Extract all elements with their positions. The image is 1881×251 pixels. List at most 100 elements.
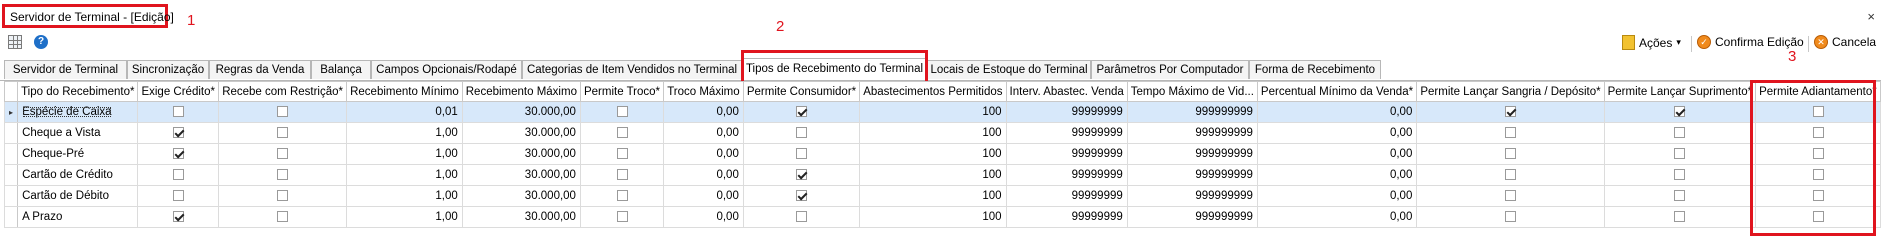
cell-minimo[interactable]: 1,00	[346, 122, 463, 144]
tab-servidor-terminal[interactable]: Servidor de Terminal	[4, 60, 127, 79]
cell-exige-credito[interactable]	[137, 185, 220, 207]
cell-permite-consumidor[interactable]	[742, 185, 861, 207]
checkbox[interactable]	[616, 190, 628, 202]
cell-troco-maximo[interactable]: 0,00	[663, 185, 744, 207]
cell-suprimento[interactable]	[1603, 206, 1757, 228]
cell-tipo[interactable]: Cheque a Vista	[17, 122, 139, 144]
cell-exige-credito[interactable]	[137, 206, 220, 228]
table-row[interactable]: Cartão de Crédito 1,00 30.000,00 0,00 100 999…	[3, 164, 1881, 186]
cell-interv[interactable]: 99999999	[1005, 122, 1128, 144]
table-row[interactable]: ▸ Espécie de Caixa 0,01 30.000,00 0,00 100 999…	[3, 101, 1881, 123]
cell-minimo[interactable]: 1,00	[346, 164, 463, 186]
checkbox[interactable]	[172, 106, 184, 118]
cell-recebe-restricao[interactable]	[218, 101, 348, 123]
cell-permite-consumidor[interactable]	[742, 206, 861, 228]
cell-percentual[interactable]: 0,00	[1256, 185, 1418, 207]
cell-troco-maximo[interactable]: 0,00	[663, 143, 744, 165]
cell-maximo[interactable]: 30.000,00	[461, 101, 581, 123]
checkbox[interactable]	[277, 106, 289, 118]
cell-recebe-restricao[interactable]	[218, 143, 348, 165]
confirm-edit-button[interactable]: ✓ Confirma Edição	[1697, 35, 1804, 49]
checkbox[interactable]	[277, 169, 289, 181]
cell-percentual[interactable]: 0,00	[1256, 122, 1418, 144]
checkbox[interactable]	[1674, 127, 1686, 139]
checkbox[interactable]	[1504, 169, 1516, 181]
cell-suprimento[interactable]	[1603, 143, 1757, 165]
cell-tipo[interactable]: A Prazo	[17, 206, 139, 228]
col-tempo-maximo[interactable]: Tempo Máximo de Vid...	[1126, 81, 1258, 102]
col-permite-sangria[interactable]: Permite Lançar Sangria / Depósito*	[1416, 81, 1605, 102]
checkbox[interactable]	[277, 190, 289, 202]
cell-tipo[interactable]: Cartão de Crédito	[17, 164, 139, 186]
cell-abastecimentos[interactable]: 100	[859, 206, 1007, 228]
cell-exige-credito[interactable]	[137, 122, 220, 144]
tab-categorias-item[interactable]: Categorias de Item Vendidos no Terminal	[522, 60, 742, 79]
cell-recebe-restricao[interactable]	[218, 122, 348, 144]
checkbox[interactable]	[796, 190, 808, 202]
table-row[interactable]: Cartão de Débito 1,00 30.000,00 0,00 100 9999…	[3, 185, 1881, 207]
cell-interv[interactable]: 99999999	[1005, 143, 1128, 165]
cell-tempo[interactable]: 999999999	[1126, 122, 1258, 144]
cell-recebe-restricao[interactable]	[218, 206, 348, 228]
checkbox[interactable]	[1674, 106, 1686, 118]
col-permite-suprimento[interactable]: Permite Lançar Suprimento*	[1603, 81, 1757, 102]
checkbox[interactable]	[796, 211, 808, 223]
cell-recebe-restricao[interactable]	[218, 185, 348, 207]
cell-abastecimentos[interactable]: 100	[859, 122, 1007, 144]
col-recebimento-minimo[interactable]: Recebimento Mínimo	[346, 81, 463, 102]
col-recebimento-maximo[interactable]: Recebimento Máximo	[461, 81, 581, 102]
col-abastecimentos-permitidos[interactable]: Abastecimentos Permitidos	[859, 81, 1007, 102]
cell-troco-maximo[interactable]: 0,00	[663, 164, 744, 186]
col-recebe-restricao[interactable]: Recebe com Restrição*	[218, 81, 348, 102]
cell-troco-maximo[interactable]: 0,00	[663, 122, 744, 144]
grid-layout-icon[interactable]	[8, 35, 22, 49]
cell-sangria[interactable]	[1416, 206, 1605, 228]
close-icon[interactable]: ×	[1867, 9, 1875, 24]
cell-suprimento[interactable]	[1603, 122, 1757, 144]
cell-sangria[interactable]	[1416, 185, 1605, 207]
checkbox[interactable]	[172, 169, 184, 181]
cell-minimo[interactable]: 1,00	[346, 185, 463, 207]
col-permite-consumidor[interactable]: Permite Consumidor*	[742, 81, 861, 102]
cell-abastecimentos[interactable]: 100	[859, 185, 1007, 207]
cell-percentual[interactable]: 0,00	[1256, 101, 1418, 123]
cell-minimo[interactable]: 1,00	[346, 143, 463, 165]
col-troco-maximo[interactable]: Troco Máximo	[663, 81, 744, 102]
checkbox[interactable]	[172, 211, 184, 223]
cell-sangria[interactable]	[1416, 164, 1605, 186]
checkbox[interactable]	[1674, 190, 1686, 202]
cell-suprimento[interactable]	[1603, 101, 1757, 123]
cell-abastecimentos[interactable]: 100	[859, 101, 1007, 123]
cell-sangria[interactable]	[1416, 143, 1605, 165]
cell-tempo[interactable]: 999999999	[1126, 185, 1258, 207]
checkbox[interactable]	[616, 148, 628, 160]
table-row[interactable]: A Prazo 1,00 30.000,00 0,00 100 99999999 99999…	[3, 206, 1881, 228]
cell-permite-consumidor[interactable]	[742, 122, 861, 144]
cell-sangria[interactable]	[1416, 101, 1605, 123]
cell-maximo[interactable]: 30.000,00	[461, 164, 581, 186]
cell-maximo[interactable]: 30.000,00	[461, 185, 581, 207]
cell-tipo[interactable]: Cartão de Débito	[17, 185, 139, 207]
tab-parametros-computador[interactable]: Parâmetros Por Computador	[1091, 60, 1249, 79]
checkbox[interactable]	[1504, 211, 1516, 223]
cell-permite-consumidor[interactable]	[742, 164, 861, 186]
cell-tempo[interactable]: 999999999	[1126, 164, 1258, 186]
cell-interv[interactable]: 99999999	[1005, 164, 1128, 186]
cell-troco-maximo[interactable]: 0,00	[663, 206, 744, 228]
checkbox[interactable]	[616, 127, 628, 139]
checkbox[interactable]	[616, 106, 628, 118]
col-tipo-recebimento[interactable]: Tipo do Recebimento*	[17, 81, 139, 102]
col-permite-troco[interactable]: Permite Troco*	[579, 81, 665, 102]
cell-interv[interactable]: 99999999	[1005, 185, 1128, 207]
checkbox[interactable]	[1504, 148, 1516, 160]
tab-balanca[interactable]: Balança	[311, 60, 371, 79]
cell-suprimento[interactable]	[1603, 185, 1757, 207]
cell-exige-credito[interactable]	[137, 101, 220, 123]
cell-tipo[interactable]: Espécie de Caixa	[17, 101, 139, 123]
cell-permite-consumidor[interactable]	[742, 143, 861, 165]
cell-recebe-restricao[interactable]	[218, 164, 348, 186]
cell-tempo[interactable]: 999999999	[1126, 143, 1258, 165]
checkbox[interactable]	[796, 127, 808, 139]
checkbox[interactable]	[796, 169, 808, 181]
checkbox[interactable]	[277, 148, 289, 160]
